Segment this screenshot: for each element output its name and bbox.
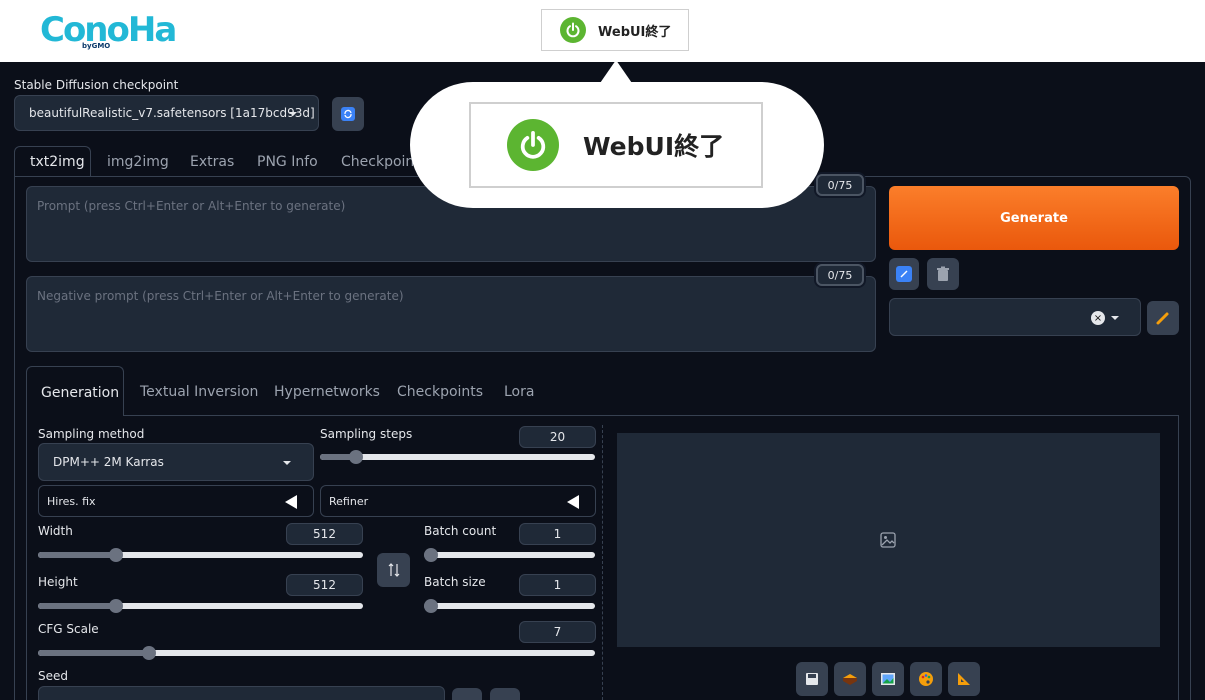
tab-checkpoint[interactable]: Checkpoint: [341, 154, 420, 170]
checkbox-arrow-icon: [896, 266, 912, 282]
output-image-area: [617, 433, 1160, 647]
hires-fix-label: Hires. fix: [47, 494, 96, 508]
prompt-token-counter: 0/75: [816, 174, 864, 196]
trash-icon: [937, 266, 949, 281]
save-button[interactable]: [796, 662, 828, 696]
batch-count-slider[interactable]: [424, 548, 595, 562]
swap-arrows-icon: [388, 563, 399, 577]
batch-count-input[interactable]: 1: [519, 523, 596, 545]
batch-size-label: Batch size: [424, 575, 486, 589]
chevron-down-icon: [289, 112, 297, 116]
cfg-scale-label: CFG Scale: [38, 622, 99, 636]
tab-img2img[interactable]: img2img: [107, 154, 169, 170]
batch-size-input[interactable]: 1: [519, 574, 596, 596]
negative-prompt-placeholder: Negative prompt (press Ctrl+Enter or Alt…: [37, 289, 404, 303]
tab-lora[interactable]: Lora: [504, 384, 534, 400]
callout-bubble: WebUI終了: [410, 82, 824, 208]
tab-label: Generation: [41, 385, 120, 401]
swap-dimensions-button[interactable]: [377, 553, 410, 587]
refresh-icon: [341, 107, 355, 121]
image-placeholder-icon: [880, 532, 896, 548]
slider-thumb[interactable]: [424, 548, 438, 562]
webui-stop-label: WebUI終了: [598, 24, 672, 40]
tab-checkpoints[interactable]: Checkpoints: [397, 384, 483, 400]
callout-stop-button: WebUI終了: [469, 102, 763, 188]
styles-dropdown[interactable]: ×: [889, 298, 1141, 336]
height-label: Height: [38, 575, 78, 589]
tab-label: txt2img: [30, 154, 85, 170]
negative-prompt-token-counter: 0/75: [816, 264, 864, 286]
pencil-icon: [1156, 312, 1169, 325]
triangle-left-icon: [567, 495, 579, 509]
archive-icon: [843, 674, 857, 685]
prompt-placeholder: Prompt (press Ctrl+Enter or Alt+Enter to…: [37, 199, 346, 213]
power-icon: [507, 119, 559, 171]
seed-label: Seed: [38, 669, 68, 683]
refresh-checkpoint-button[interactable]: [332, 97, 364, 131]
logo-by: by: [82, 42, 92, 50]
slider-fill: [38, 552, 116, 558]
batch-count-label: Batch count: [424, 524, 497, 538]
slider-thumb[interactable]: [424, 599, 438, 613]
top-bar: ConoHa byGMO WebUI終了: [0, 0, 1205, 62]
slider-fill: [38, 650, 150, 656]
paste-params-button[interactable]: [889, 258, 919, 290]
edit-styles-button[interactable]: [1147, 301, 1179, 335]
height-slider[interactable]: [38, 599, 363, 613]
sampling-method-label: Sampling method: [38, 427, 145, 441]
slider-thumb[interactable]: [348, 450, 363, 464]
height-input[interactable]: 512: [286, 574, 363, 596]
sampling-method-dropdown[interactable]: DPM++ 2M Karras: [38, 443, 314, 481]
slider-thumb[interactable]: [109, 599, 123, 613]
chevron-down-icon: [1111, 316, 1119, 320]
batch-size-slider[interactable]: [424, 599, 595, 613]
send-to-img2img-button[interactable]: [872, 662, 904, 696]
cfg-scale-input[interactable]: 7: [519, 621, 596, 643]
tab-generation[interactable]: Generation: [26, 366, 124, 416]
zip-button[interactable]: [834, 662, 866, 696]
slider-thumb[interactable]: [109, 548, 123, 562]
send-to-inpaint-button[interactable]: [910, 662, 942, 696]
palette-icon: [919, 672, 933, 686]
generate-button[interactable]: Generate: [889, 186, 1179, 250]
slider-fill: [38, 603, 116, 609]
callout-stop-label: WebUI終了: [583, 132, 725, 161]
triangle-left-icon: [285, 495, 297, 509]
sampling-method-value: DPM++ 2M Karras: [53, 455, 164, 469]
negative-prompt-input[interactable]: Negative prompt (press Ctrl+Enter or Alt…: [26, 276, 876, 352]
power-icon: [560, 17, 586, 43]
webui-stop-button[interactable]: WebUI終了: [541, 9, 689, 51]
seed-input[interactable]: [38, 686, 445, 700]
sampling-steps-input[interactable]: 20: [519, 426, 596, 448]
tab-hypernetworks[interactable]: Hypernetworks: [274, 384, 380, 400]
cfg-scale-slider[interactable]: [38, 646, 595, 660]
column-divider: [602, 425, 603, 700]
sampling-steps-label: Sampling steps: [320, 427, 413, 441]
checkpoint-value: beautifulRealistic_v7.safetensors [1a17b…: [29, 106, 315, 120]
send-to-extras-button[interactable]: [948, 662, 980, 696]
logo-gmo: GMO: [91, 42, 111, 50]
refiner-label: Refiner: [329, 494, 369, 508]
tab-extras[interactable]: Extras: [190, 154, 234, 170]
width-input[interactable]: 512: [286, 523, 363, 545]
reuse-seed-button[interactable]: [490, 688, 520, 700]
tab-txt2img[interactable]: txt2img: [14, 146, 91, 177]
width-label: Width: [38, 524, 73, 538]
clear-icon[interactable]: ×: [1091, 311, 1105, 325]
checkpoint-label: Stable Diffusion checkpoint: [14, 78, 179, 92]
checkpoint-dropdown[interactable]: beautifulRealistic_v7.safetensors [1a17b…: [14, 95, 319, 131]
tab-textual-inversion[interactable]: Textual Inversion: [140, 384, 258, 400]
random-seed-button[interactable]: [452, 688, 482, 700]
sampling-steps-slider[interactable]: [320, 450, 595, 464]
floppy-disk-icon: [806, 673, 818, 685]
chevron-down-icon: [283, 461, 291, 465]
triangle-ruler-icon: [958, 673, 970, 685]
hires-fix-accordion[interactable]: Hires. fix: [38, 485, 314, 517]
refiner-accordion[interactable]: Refiner: [320, 485, 596, 517]
logo-sub: byGMO: [82, 42, 110, 50]
tab-png-info[interactable]: PNG Info: [257, 154, 318, 170]
clear-prompt-button[interactable]: [927, 258, 959, 290]
width-slider[interactable]: [38, 548, 363, 562]
picture-icon: [881, 673, 895, 685]
